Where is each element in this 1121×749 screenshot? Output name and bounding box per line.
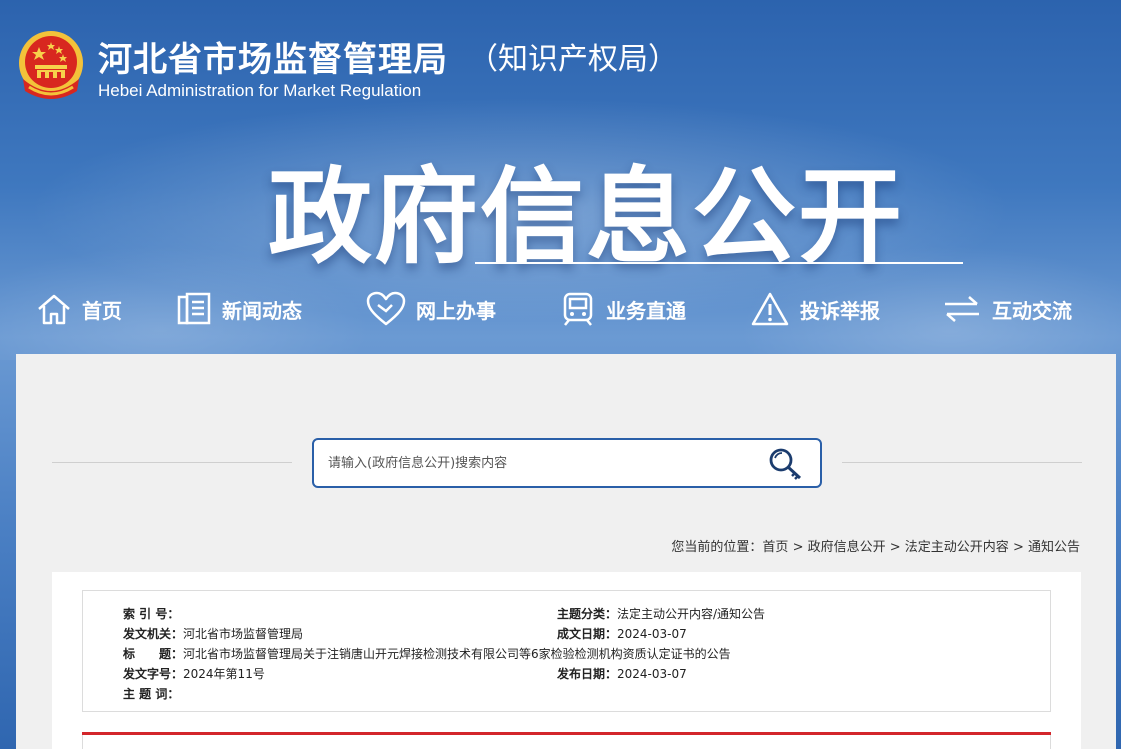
breadcrumb-separator: > <box>1008 540 1028 555</box>
meta-value: 河北省市场监督管理局 <box>183 627 304 641</box>
main-nav: 首页 新闻动态 网上办事 业务直通 投诉举报 互动交流 <box>0 284 1121 334</box>
nav-item-interaction[interactable]: 互动交流 <box>942 284 1072 334</box>
search-box <box>312 438 822 488</box>
breadcrumb-prefix: 您当前的位置： <box>671 540 763 555</box>
meta-label: 发文字号： <box>123 667 184 681</box>
nav-label: 投诉举报 <box>800 298 880 323</box>
nav-label: 互动交流 <box>992 298 1072 323</box>
article-body-frame <box>82 735 1051 749</box>
nav-item-business-direct[interactable]: 业务直通 <box>560 284 686 334</box>
meta-value: 2024-03-07 <box>617 627 687 641</box>
search-key-icon[interactable] <box>766 446 806 482</box>
meta-label: 索 引 号： <box>123 607 180 621</box>
nav-item-online-service[interactable]: 网上办事 <box>366 284 496 334</box>
meta-label: 标 题： <box>123 647 184 661</box>
meta-label: 主 题 词： <box>123 687 180 701</box>
meta-label: 主题分类： <box>557 607 618 621</box>
breadcrumb-item-home[interactable]: 首页 <box>762 540 788 555</box>
search-input[interactable] <box>328 450 748 476</box>
search-divider-right <box>842 462 1082 463</box>
content-panel: 您当前的位置：首页 > 政府信息公开 > 法定主动公开内容 > 通知公告 索 引… <box>16 354 1116 749</box>
meta-value: 法定主动公开内容/通知公告 <box>617 607 766 621</box>
site-name: 河北省市场监督管理局 <box>98 40 448 80</box>
breadcrumb-item-gov-info[interactable]: 政府信息公开 <box>808 540 886 555</box>
nav-item-home[interactable]: 首页 <box>36 284 122 334</box>
nav-label: 首页 <box>82 298 122 323</box>
breadcrumb-separator: > <box>788 540 808 555</box>
search-divider-left <box>52 462 292 463</box>
meta-published-date: 发布日期：2024-03-07 <box>557 665 687 682</box>
national-emblem-icon <box>19 31 83 99</box>
breadcrumb: 您当前的位置：首页 > 政府信息公开 > 法定主动公开内容 > 通知公告 <box>671 536 1080 555</box>
meta-category: 主题分类：法定主动公开内容/通知公告 <box>557 605 765 622</box>
train-icon <box>563 292 593 326</box>
nav-label: 业务直通 <box>606 298 686 323</box>
document-meta-table: 索 引 号： 主题分类：法定主动公开内容/通知公告 发文机关：河北省市场监督管理… <box>82 590 1051 712</box>
breadcrumb-item-statutory[interactable]: 法定主动公开内容 <box>905 540 1009 555</box>
document-card: 索 引 号： 主题分类：法定主动公开内容/通知公告 发文机关：河北省市场监督管理… <box>52 572 1081 749</box>
warning-icon <box>751 292 789 326</box>
meta-label: 发布日期： <box>557 667 618 681</box>
meta-index: 索 引 号： <box>123 605 179 622</box>
banner-title: 政府信息公开 <box>268 156 905 278</box>
breadcrumb-item-notices[interactable]: 通知公告 <box>1028 540 1080 555</box>
meta-keywords: 主 题 词： <box>123 685 179 702</box>
meta-label: 成文日期： <box>557 627 618 641</box>
site-name-english: Hebei Administration for Market Regulati… <box>98 81 422 100</box>
meta-value: 2024年第11号 <box>183 667 265 681</box>
meta-value: 河北省市场监督管理局关于注销唐山开元焊接检测技术有限公司等6家检验检测机构资质认… <box>183 647 731 661</box>
home-icon <box>38 294 70 325</box>
nav-label: 新闻动态 <box>222 298 302 323</box>
meta-doc-number: 发文字号：2024年第11号 <box>123 665 265 682</box>
nav-item-complaint[interactable]: 投诉举报 <box>750 284 880 334</box>
banner-divider <box>475 262 963 264</box>
meta-label: 发文机关： <box>123 627 184 641</box>
heart-icon <box>366 291 406 326</box>
site-subname: （知识产权局） <box>468 42 678 77</box>
meta-value: 2024-03-07 <box>617 667 687 681</box>
meta-issuer: 发文机关：河北省市场监督管理局 <box>123 625 303 642</box>
breadcrumb-separator: > <box>885 540 905 555</box>
exchange-icon <box>945 296 979 322</box>
news-icon <box>177 292 211 325</box>
meta-created-date: 成文日期：2024-03-07 <box>557 625 687 642</box>
nav-item-news[interactable]: 新闻动态 <box>176 284 302 334</box>
nav-label: 网上办事 <box>416 298 496 323</box>
meta-title: 标 题：河北省市场监督管理局关于注销唐山开元焊接检测技术有限公司等6家检验检测机… <box>123 645 731 662</box>
